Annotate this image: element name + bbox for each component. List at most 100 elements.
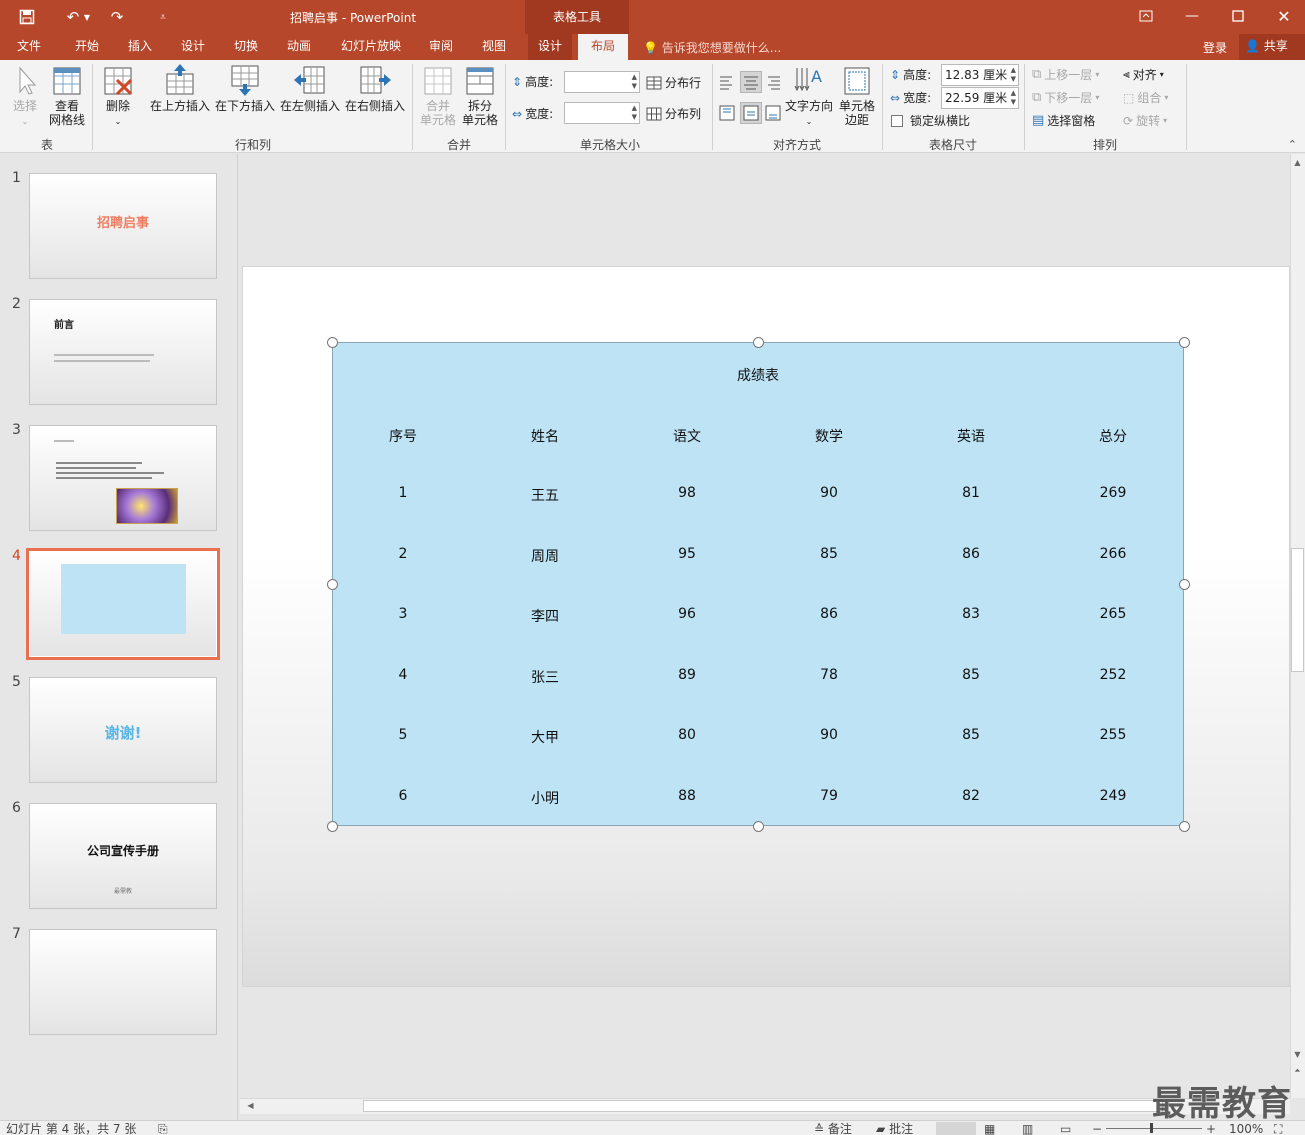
table-cell[interactable]: 80 <box>616 727 758 743</box>
cell-height-input[interactable]: ▲ ▼ <box>564 71 640 93</box>
send-backward-button[interactable]: ⧉ 下移一层 ▾ <box>1032 89 1099 106</box>
slide-thumbnail-4[interactable] <box>29 551 217 657</box>
insert-right-button[interactable]: 在右侧插入 <box>343 64 407 113</box>
tab-table-design[interactable]: 设计 <box>528 34 572 60</box>
tab-home[interactable]: 开始 <box>66 34 108 60</box>
spinner-arrows-icon[interactable]: ▲ ▼ <box>1011 66 1016 84</box>
group-objects-button[interactable]: ⬚ 组合 ▾ <box>1123 89 1168 106</box>
tab-review[interactable]: 审阅 <box>420 34 462 60</box>
tab-file[interactable]: 文件 <box>8 34 50 60</box>
align-left-icon[interactable] <box>718 73 736 91</box>
slideshow-view-icon[interactable]: ▭ <box>1060 1122 1071 1135</box>
tab-transitions[interactable]: 切换 <box>225 34 267 60</box>
table-cell[interactable]: 79 <box>758 788 900 804</box>
select-button[interactable]: 选择 ⌄ <box>8 66 42 129</box>
split-cells-button[interactable]: 拆分 单元格 <box>460 66 500 127</box>
table-cell[interactable]: 252 <box>1042 667 1184 683</box>
resize-handle-bottom[interactable] <box>753 821 764 832</box>
insert-left-button[interactable]: 在左侧插入 <box>278 64 342 113</box>
table-cell[interactable]: 李四 <box>474 606 616 626</box>
resize-handle-right[interactable] <box>1179 579 1190 590</box>
scroll-left-icon[interactable]: ◀ <box>243 1101 258 1110</box>
table-cell[interactable]: 265 <box>1042 606 1184 622</box>
resize-handle-top-right[interactable] <box>1179 337 1190 348</box>
minimize-icon[interactable]: — <box>1169 2 1215 30</box>
resize-handle-left[interactable] <box>327 579 338 590</box>
table-cell[interactable]: 96 <box>616 606 758 622</box>
table-header-cell[interactable]: 总分 <box>1042 426 1184 446</box>
table-cell[interactable]: 张三 <box>474 667 616 687</box>
spelling-icon[interactable]: ⎘ <box>158 1122 168 1135</box>
table-cell[interactable]: 6 <box>332 788 474 804</box>
close-icon[interactable]: ✕ <box>1261 2 1305 30</box>
redo-icon[interactable]: ↷ <box>104 6 130 28</box>
spinner-arrows-icon[interactable]: ▲ ▼ <box>1011 89 1016 107</box>
undo-dropdown-icon[interactable]: ▼ <box>80 6 94 28</box>
table-cell[interactable]: 86 <box>758 606 900 622</box>
insert-below-button[interactable]: 在下方插入 <box>213 64 277 113</box>
notes-button[interactable]: ≙ 备注 <box>814 1122 852 1135</box>
cell-margins-button[interactable]: 单元格 边距 <box>836 66 878 127</box>
bring-forward-button[interactable]: ⧉ 上移一层 ▾ <box>1032 66 1099 83</box>
table-width-input[interactable]: 22.59 厘米 ▲ ▼ <box>941 87 1019 109</box>
scroll-up-icon[interactable]: ▲ <box>1290 158 1305 167</box>
tab-insert[interactable]: 插入 <box>119 34 161 60</box>
customize-qat-icon[interactable]: ⩡ <box>150 6 176 28</box>
tab-design[interactable]: 设计 <box>172 34 214 60</box>
table-cell[interactable]: 大甲 <box>474 727 616 747</box>
table-cell[interactable]: 3 <box>332 606 474 622</box>
table-cell[interactable]: 89 <box>616 667 758 683</box>
tab-table-layout[interactable]: 布局 <box>578 34 628 60</box>
collapse-ribbon-icon[interactable]: ⌃ <box>1288 138 1297 151</box>
table-cell[interactable]: 1 <box>332 485 474 501</box>
slide-thumbnail-7[interactable] <box>29 929 217 1035</box>
table-cell[interactable]: 95 <box>616 546 758 562</box>
insert-above-button[interactable]: 在上方插入 <box>148 64 212 113</box>
zoom-out-icon[interactable]: − <box>1092 1122 1102 1135</box>
align-center-icon[interactable] <box>740 71 762 93</box>
align-right-icon[interactable] <box>764 73 782 91</box>
selection-pane-button[interactable]: ▤ 选择窗格 <box>1032 112 1095 129</box>
horizontal-scroll-thumb[interactable] <box>363 1100 1163 1112</box>
slide-thumbnail-6[interactable]: 公司宣传手册 最需教 <box>29 803 217 909</box>
vertical-scroll-thumb[interactable] <box>1291 548 1304 672</box>
slide-thumbnail-1[interactable]: 招聘启事 <box>29 173 217 279</box>
distribute-columns-button[interactable]: 分布列 <box>646 105 701 122</box>
table-header-cell[interactable]: 序号 <box>332 426 474 446</box>
table-cell[interactable]: 88 <box>616 788 758 804</box>
delete-button[interactable]: 删除 ⌄ <box>100 66 136 129</box>
ribbon-display-options-icon[interactable] <box>1123 2 1169 30</box>
table-cell[interactable]: 90 <box>758 727 900 743</box>
spinner-arrows-icon[interactable]: ▲ ▼ <box>632 73 637 91</box>
table-cell[interactable]: 86 <box>900 546 1042 562</box>
save-icon[interactable] <box>14 6 40 28</box>
table-cell[interactable]: 王五 <box>474 485 616 505</box>
resize-handle-top[interactable] <box>753 337 764 348</box>
comments-button[interactable]: ▰ 批注 <box>876 1122 913 1135</box>
text-direction-button[interactable]: A 文字方向 ⌄ <box>784 64 834 129</box>
tab-animations[interactable]: 动画 <box>278 34 320 60</box>
rotate-button[interactable]: ⟳ 旋转 ▾ <box>1123 112 1167 129</box>
table-cell[interactable]: 81 <box>900 485 1042 501</box>
zoom-slider[interactable] <box>1106 1128 1202 1129</box>
table-cell[interactable]: 2 <box>332 546 474 562</box>
table-cell[interactable]: 4 <box>332 667 474 683</box>
table-cell[interactable]: 85 <box>900 727 1042 743</box>
scroll-down-icon[interactable]: ▼ <box>1290 1050 1305 1059</box>
slide-thumbnail-2[interactable]: 前言 <box>29 299 217 405</box>
resize-handle-bottom-right[interactable] <box>1179 821 1190 832</box>
table-cell[interactable]: 249 <box>1042 788 1184 804</box>
resize-handle-top-left[interactable] <box>327 337 338 348</box>
table-title[interactable]: 成绩表 <box>332 365 1184 385</box>
cell-width-input[interactable]: ▲ ▼ <box>564 102 640 124</box>
table-cell[interactable]: 83 <box>900 606 1042 622</box>
align-objects-button[interactable]: ⫷ 对齐 ▾ <box>1123 66 1164 83</box>
previous-slide-icon[interactable]: ⏶ <box>1290 1066 1305 1076</box>
table-cell[interactable]: 255 <box>1042 727 1184 743</box>
table-height-input[interactable]: 12.83 厘米 ▲ ▼ <box>941 64 1019 86</box>
tab-view[interactable]: 视图 <box>473 34 515 60</box>
lock-aspect-ratio-checkbox[interactable]: 锁定纵横比 <box>891 112 970 129</box>
align-top-icon[interactable] <box>718 104 736 122</box>
tab-slideshow[interactable]: 幻灯片放映 <box>334 34 408 60</box>
table-cell[interactable]: 90 <box>758 485 900 501</box>
